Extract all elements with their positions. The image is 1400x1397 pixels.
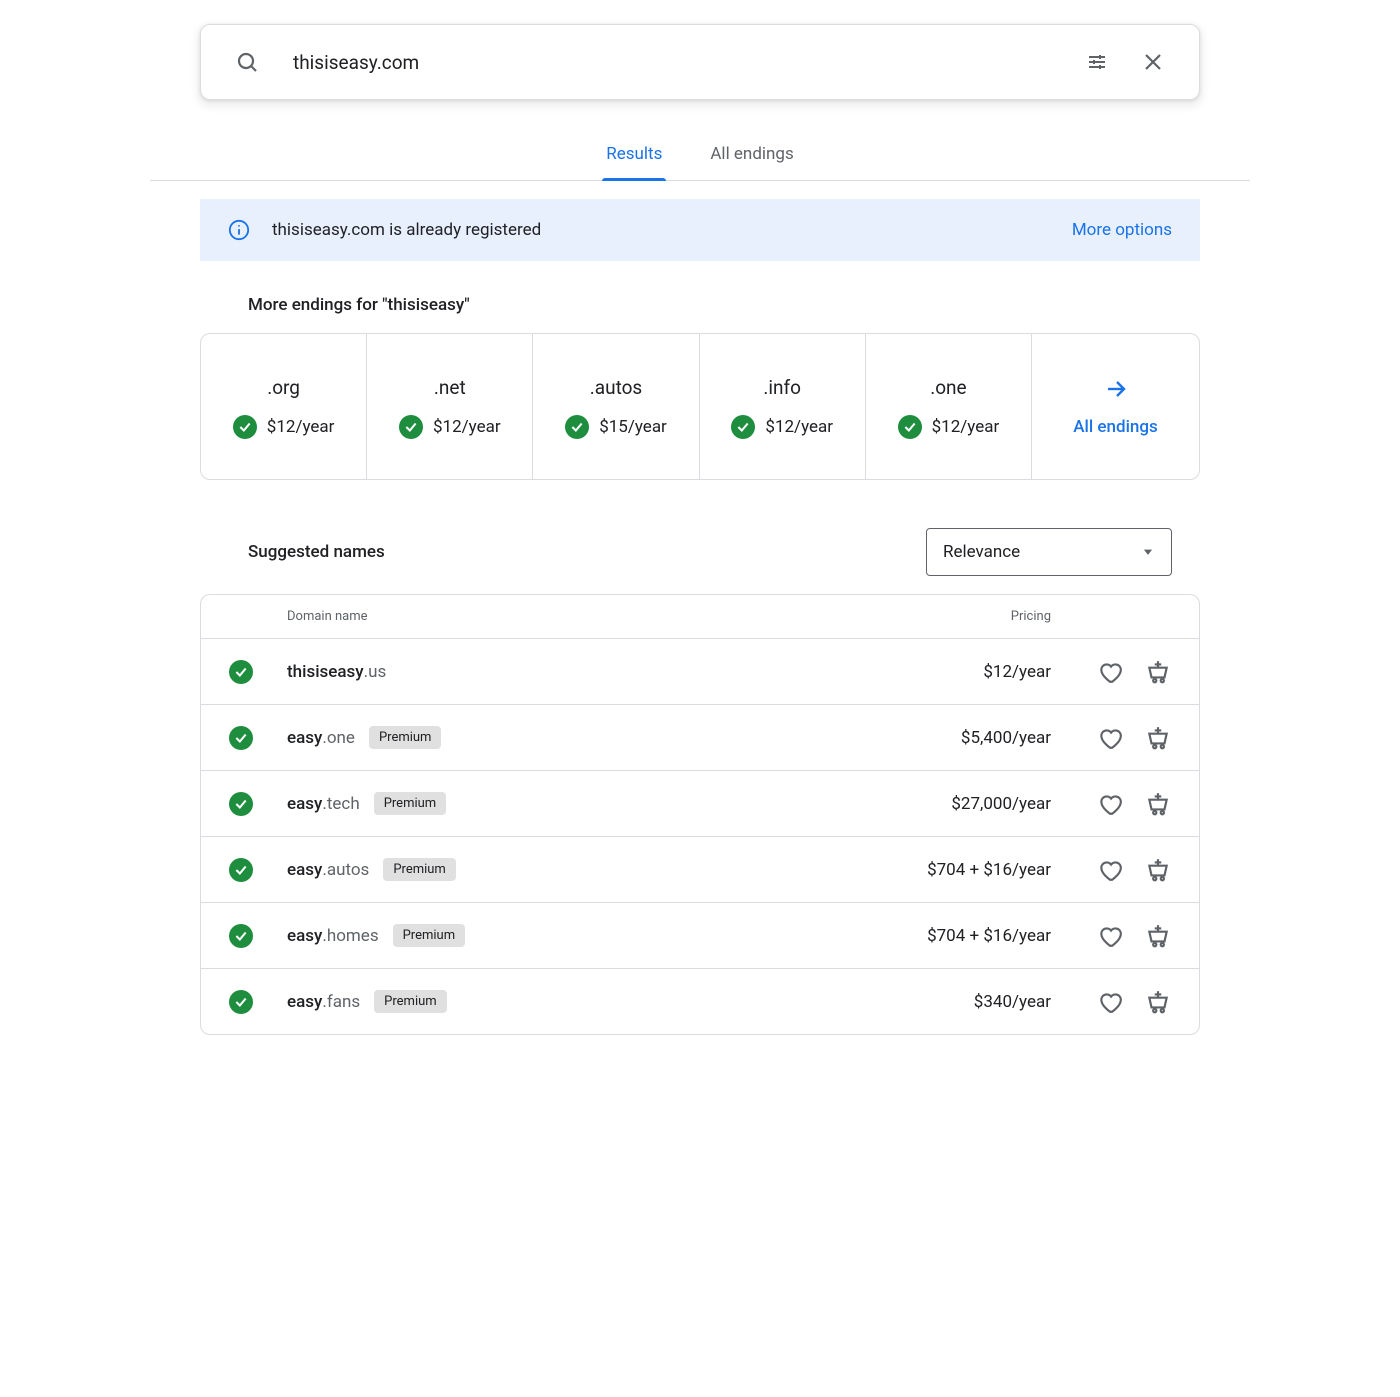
add-to-cart-icon[interactable] <box>1145 857 1171 883</box>
endings-section-title: More endings for "thisiseasy" <box>248 295 1250 315</box>
col-domain-name: Domain name <box>287 609 831 624</box>
arrow-right-icon <box>1104 377 1128 401</box>
domain-price: $12/year <box>831 662 1051 682</box>
suggested-section-title: Suggested names <box>248 542 385 562</box>
ending-price: $12/year <box>765 417 833 437</box>
table-header: Domain name Pricing <box>201 595 1199 638</box>
favorite-icon[interactable] <box>1097 989 1123 1015</box>
close-icon[interactable] <box>1135 44 1171 80</box>
sort-value: Relevance <box>943 542 1020 562</box>
premium-badge: Premium <box>369 726 442 749</box>
check-icon <box>233 415 257 439</box>
domain-name: easy.fans Premium <box>287 990 831 1013</box>
add-to-cart-icon[interactable] <box>1145 791 1171 817</box>
domain-price: $340/year <box>831 992 1051 1012</box>
favorite-icon[interactable] <box>1097 923 1123 949</box>
ending-tld: .one <box>930 376 966 399</box>
check-icon <box>229 660 253 684</box>
ending-tld: .org <box>267 376 300 399</box>
domain-price: $704 + $16/year <box>831 926 1051 946</box>
check-icon <box>898 415 922 439</box>
ending-price: $12/year <box>267 417 335 437</box>
notice-message: thisiseasy.com is already registered <box>272 220 1050 240</box>
ending-price: $15/year <box>599 417 667 437</box>
ending-tld: .autos <box>590 376 643 399</box>
ending-tld: .info <box>763 376 801 399</box>
check-icon <box>731 415 755 439</box>
chevron-down-icon <box>1141 545 1155 559</box>
ending-card[interactable]: .net $12/year <box>366 334 532 479</box>
col-pricing: Pricing <box>831 609 1051 624</box>
domain-price: $5,400/year <box>831 728 1051 748</box>
favorite-icon[interactable] <box>1097 791 1123 817</box>
ending-card[interactable]: .org $12/year <box>201 334 366 479</box>
favorite-icon[interactable] <box>1097 725 1123 751</box>
more-options-link[interactable]: More options <box>1072 220 1172 240</box>
page-root: Results All endings thisiseasy.com is al… <box>150 0 1250 1035</box>
tab-all-endings[interactable]: All endings <box>706 130 797 180</box>
suggested-header: Suggested names Relevance <box>248 528 1172 576</box>
check-icon <box>399 415 423 439</box>
add-to-cart-icon[interactable] <box>1145 923 1171 949</box>
ending-price: $12/year <box>433 417 501 437</box>
check-icon <box>229 924 253 948</box>
check-icon <box>229 726 253 750</box>
suggestions-table: Domain name Pricing thisiseasy.us $12/ye… <box>200 594 1200 1035</box>
table-row[interactable]: easy.homes Premium $704 + $16/year <box>201 902 1199 968</box>
check-icon <box>229 990 253 1014</box>
check-icon <box>565 415 589 439</box>
search-icon <box>229 44 265 80</box>
table-row[interactable]: easy.fans Premium $340/year <box>201 968 1199 1034</box>
premium-badge: Premium <box>374 990 447 1013</box>
premium-badge: Premium <box>383 858 456 881</box>
ending-card[interactable]: .autos $15/year <box>532 334 698 479</box>
add-to-cart-icon[interactable] <box>1145 989 1171 1015</box>
all-endings-label: All endings <box>1073 417 1158 437</box>
domain-price: $704 + $16/year <box>831 860 1051 880</box>
premium-badge: Premium <box>393 924 466 947</box>
tabs: Results All endings <box>150 130 1250 181</box>
domain-name: easy.one Premium <box>287 726 831 749</box>
table-row[interactable]: easy.tech Premium $27,000/year <box>201 770 1199 836</box>
domain-name: easy.homes Premium <box>287 924 831 947</box>
check-icon <box>229 792 253 816</box>
check-icon <box>229 858 253 882</box>
search-bar <box>200 24 1200 100</box>
domain-name: easy.tech Premium <box>287 792 831 815</box>
add-to-cart-icon[interactable] <box>1145 659 1171 685</box>
premium-badge: Premium <box>374 792 447 815</box>
domain-name: easy.autos Premium <box>287 858 831 881</box>
ending-tld: .net <box>434 376 466 399</box>
endings-grid: .org $12/year .net $12/year .autos $15/y… <box>200 333 1200 480</box>
add-to-cart-icon[interactable] <box>1145 725 1171 751</box>
domain-name: thisiseasy.us <box>287 662 831 682</box>
info-icon <box>228 219 250 241</box>
tune-icon[interactable] <box>1079 44 1115 80</box>
domain-price: $27,000/year <box>831 794 1051 814</box>
registered-notice: thisiseasy.com is already registered Mor… <box>200 199 1200 261</box>
table-row[interactable]: easy.autos Premium $704 + $16/year <box>201 836 1199 902</box>
favorite-icon[interactable] <box>1097 659 1123 685</box>
ending-price: $12/year <box>932 417 1000 437</box>
table-row[interactable]: thisiseasy.us $12/year <box>201 638 1199 704</box>
ending-card[interactable]: .info $12/year <box>699 334 865 479</box>
table-row[interactable]: easy.one Premium $5,400/year <box>201 704 1199 770</box>
favorite-icon[interactable] <box>1097 857 1123 883</box>
tab-results[interactable]: Results <box>602 130 666 180</box>
ending-card[interactable]: .one $12/year <box>865 334 1031 479</box>
all-endings-button[interactable]: All endings <box>1031 334 1199 479</box>
search-input[interactable] <box>291 50 1059 75</box>
sort-select[interactable]: Relevance <box>926 528 1172 576</box>
